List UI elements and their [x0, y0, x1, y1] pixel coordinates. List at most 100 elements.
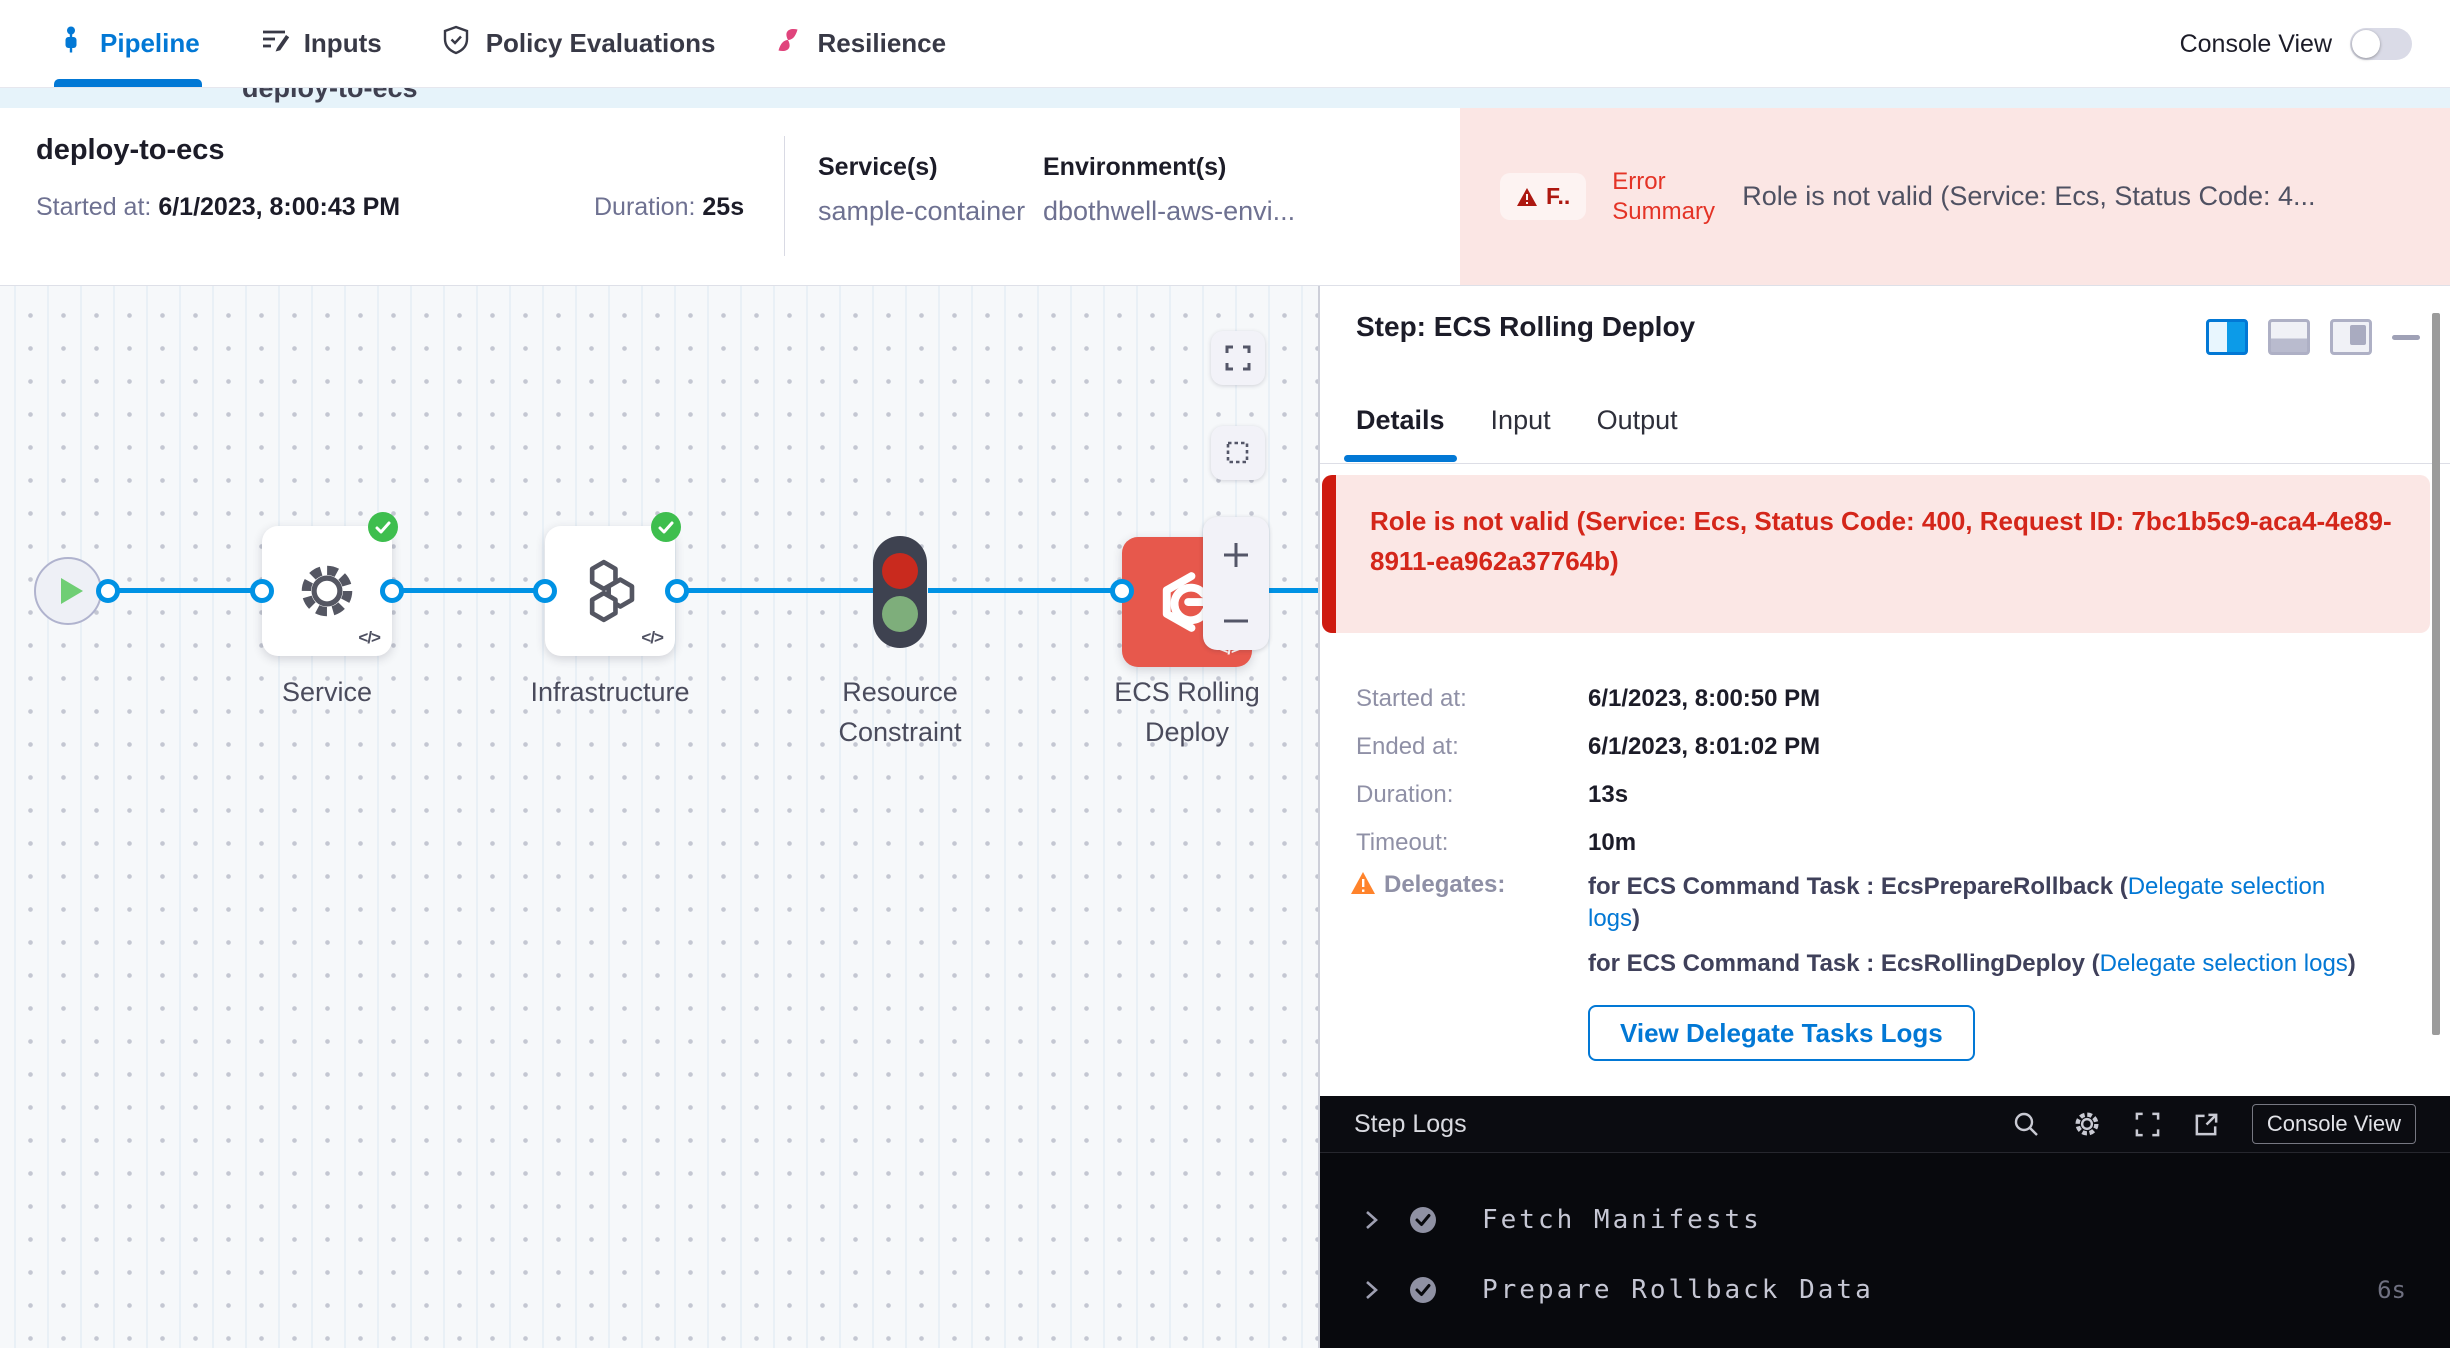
- environments-value[interactable]: dbothwell-aws-envi...: [1043, 196, 1295, 227]
- step-logs-header: Step Logs Console View: [1320, 1096, 2450, 1153]
- layout-floating-icon[interactable]: [2330, 319, 2372, 355]
- tab-pipeline-label: Pipeline: [100, 28, 200, 59]
- delegate-entry: for ECS Command Task : EcsRollingDeploy …: [1588, 948, 2373, 980]
- logs-console-view-button[interactable]: Console View: [2252, 1104, 2416, 1144]
- chevron-right-icon: [1364, 1279, 1380, 1301]
- started-at-value: 6/1/2023, 8:00:43 PM: [158, 193, 400, 221]
- console-view-label: Console View: [2180, 30, 2332, 59]
- environments-label: Environment(s): [1043, 153, 1295, 182]
- field-value: 10m: [1588, 827, 1636, 858]
- execution-header: deploy-to-ecs Started at: 6/1/2023, 8:00…: [0, 108, 2450, 286]
- delegate-entry: for ECS Command Task : EcsPrepareRollbac…: [1588, 871, 2373, 935]
- tab-pipeline[interactable]: Pipeline: [56, 0, 200, 87]
- start-node: [34, 557, 102, 625]
- node-resource-constraint[interactable]: [873, 536, 927, 648]
- delegates-section: Delegates: for ECS Command Task : EcsPre…: [1350, 871, 2373, 1061]
- node-label-service: Service: [227, 672, 427, 712]
- services-column: Service(s) sample-container: [818, 153, 1025, 227]
- delegate-selection-logs-link[interactable]: Delegate selection logs: [2100, 950, 2348, 977]
- step-panel-title: Step: ECS Rolling Deploy: [1356, 311, 1695, 343]
- pipeline-canvas[interactable]: </> Service </> Infrastructure Resource …: [0, 285, 1318, 1348]
- connector-port: [96, 579, 120, 603]
- node-label-infrastructure: Infrastructure: [510, 672, 710, 712]
- tab-input[interactable]: Input: [1491, 405, 1551, 462]
- tab-inputs[interactable]: Inputs: [258, 0, 382, 87]
- environments-column: Environment(s) dbothwell-aws-envi...: [1043, 153, 1295, 227]
- clipped-pipeline-name: deploy-to-ecs: [242, 88, 418, 104]
- logs-fullscreen-icon[interactable]: [2134, 1111, 2161, 1138]
- connector: [677, 588, 873, 593]
- play-icon: [61, 578, 83, 604]
- services-label: Service(s): [818, 153, 1025, 182]
- log-section-row[interactable]: Prepare Rollback Data 6s: [1320, 1275, 2450, 1305]
- pipeline-icon: [56, 25, 86, 62]
- logs-open-external-icon[interactable]: [2193, 1111, 2220, 1138]
- zoom-controls: [1203, 517, 1269, 650]
- delegate-task-suffix: ): [2348, 950, 2356, 977]
- tab-details[interactable]: Details: [1356, 405, 1445, 462]
- chevron-right-icon: [1364, 1209, 1380, 1231]
- pipeline-name: deploy-to-ecs: [36, 134, 225, 167]
- tab-resilience[interactable]: Resilience: [773, 0, 946, 87]
- canvas-fullscreen-button[interactable]: [1211, 331, 1265, 385]
- logs-settings-icon[interactable]: [2072, 1109, 2102, 1139]
- duration-row: Duration: 25s: [594, 193, 744, 222]
- node-service[interactable]: </>: [262, 526, 392, 656]
- duration-label: Duration:: [594, 193, 695, 221]
- zoom-out-icon[interactable]: [1221, 615, 1251, 627]
- delegates-label: Delegates:: [1384, 871, 1505, 899]
- logs-search-icon[interactable]: [2012, 1110, 2040, 1138]
- canvas-select-button[interactable]: [1211, 426, 1265, 480]
- success-check-icon: [1408, 1275, 1438, 1305]
- success-check-icon: [1408, 1205, 1438, 1235]
- field-label: Timeout:: [1356, 827, 1588, 858]
- green-light-icon: [882, 596, 918, 632]
- red-light-icon: [882, 553, 918, 589]
- tab-inputs-label: Inputs: [304, 28, 382, 59]
- console-view-toggle[interactable]: [2350, 28, 2412, 60]
- log-section-row[interactable]: Fetch Manifests: [1320, 1205, 2450, 1235]
- connector-port: [250, 579, 274, 603]
- toggle-knob: [2352, 30, 2380, 58]
- field-row: Timeout: 10m: [1356, 827, 1820, 858]
- layout-right-split-icon[interactable]: [2206, 319, 2248, 355]
- code-glyph: </>: [358, 628, 380, 648]
- connector-port: [665, 579, 689, 603]
- delegate-task-text: for ECS Command Task : EcsRollingDeploy …: [1588, 950, 2100, 977]
- gear-icon: [294, 558, 360, 624]
- layout-bottom-icon[interactable]: [2268, 319, 2310, 355]
- success-badge: [368, 512, 398, 542]
- tab-policy-evaluations[interactable]: Policy Evaluations: [440, 0, 716, 87]
- panel-layout-controls: [2206, 319, 2420, 355]
- step-fields: Started at: 6/1/2023, 8:00:50 PM Ended a…: [1356, 683, 1820, 875]
- log-section-label: Fetch Manifests: [1482, 1205, 1762, 1235]
- step-tabs: Details Input Output: [1356, 405, 1678, 462]
- error-summary-text: Role is not valid (Service: Ecs, Status …: [1742, 181, 2450, 212]
- delegate-task-text: for ECS Command Task : EcsPrepareRollbac…: [1588, 873, 2128, 900]
- tab-policy-evaluations-label: Policy Evaluations: [486, 28, 716, 59]
- step-details-panel: Step: ECS Rolling Deploy Details Input O…: [1318, 285, 2450, 1348]
- top-nav: Pipeline Inputs: [0, 0, 2450, 88]
- error-summary-label: Error Summary: [1612, 167, 1716, 227]
- minimize-panel-icon[interactable]: [2392, 335, 2420, 340]
- connector-port: [533, 579, 557, 603]
- step-logs-body[interactable]: Fetch Manifests Prepare Rollback Data 6s: [1320, 1153, 2450, 1348]
- view-delegate-tasks-logs-button[interactable]: View Delegate Tasks Logs: [1588, 1005, 1975, 1061]
- started-at-row: Started at: 6/1/2023, 8:00:43 PM: [36, 193, 400, 222]
- tab-output[interactable]: Output: [1597, 405, 1678, 462]
- node-infrastructure[interactable]: </>: [545, 526, 675, 656]
- header-divider: [784, 136, 785, 256]
- code-glyph: </>: [641, 628, 663, 648]
- connector: [108, 588, 262, 593]
- marquee-select-icon: [1224, 439, 1252, 467]
- panel-scrollbar[interactable]: [2432, 313, 2440, 1035]
- step-error-banner: Role is not valid (Service: Ecs, Status …: [1322, 475, 2430, 633]
- resilience-icon: [773, 25, 803, 62]
- services-value[interactable]: sample-container: [818, 196, 1025, 227]
- zoom-in-icon[interactable]: [1221, 540, 1251, 570]
- node-label-resource-constraint: Resource Constraint: [800, 672, 1000, 752]
- connector: [392, 588, 545, 593]
- started-at-label: Started at:: [36, 193, 151, 221]
- status-badge: F..: [1500, 173, 1586, 220]
- success-badge: [651, 512, 681, 542]
